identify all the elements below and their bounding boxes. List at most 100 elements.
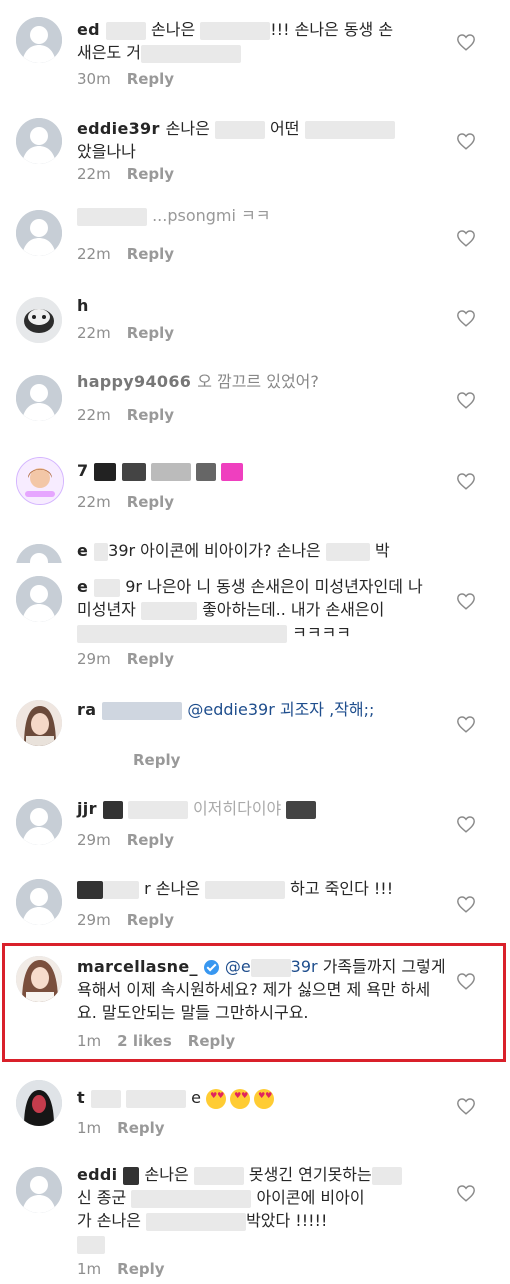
comment-item: happy94066 오 깜끄르 있었어? 22m Reply: [0, 360, 510, 445]
comment-text: h: [77, 294, 437, 317]
heart-outline-icon[interactable]: [456, 1097, 476, 1115]
reply-button[interactable]: Reply: [127, 324, 174, 342]
heart-outline-icon[interactable]: [456, 815, 476, 833]
redaction: [121, 462, 146, 481]
user-avatar[interactable]: [16, 297, 62, 343]
comment-item: e 9r 나은아 니 동생 손새은이 미성년자인데 나 미성년자 좋아하는데..…: [0, 565, 510, 682]
comment-username[interactable]: e: [77, 541, 88, 560]
redaction: [371, 1166, 402, 1185]
heart-outline-icon[interactable]: [456, 472, 476, 490]
default-avatar-icon[interactable]: [16, 17, 62, 63]
redaction: [94, 462, 117, 481]
heart-eyes-emoji-icon: [230, 1088, 251, 1109]
comment-item: 7 22m Reply: [0, 445, 510, 537]
comment-meta: 22m Reply: [77, 323, 190, 343]
reply-button[interactable]: Reply: [127, 406, 174, 424]
heart-outline-icon[interactable]: [456, 33, 476, 51]
comment-username[interactable]: jjr: [77, 799, 97, 818]
comment-item: eddie39r 손나은 어떤 았을나나 22m Reply: [0, 100, 510, 190]
reply-button[interactable]: Reply: [127, 911, 174, 929]
redaction: [205, 880, 286, 899]
redaction: [94, 578, 121, 597]
user-avatar[interactable]: [16, 1080, 62, 1126]
comment-item: ed 손나은 !!! 손나은 동생 손 새은도 거 30m Reply: [0, 0, 510, 100]
reply-button[interactable]: Reply: [133, 751, 180, 769]
comment-text: eddie39r 손나은 어떤 았을나나: [77, 117, 437, 163]
default-avatar-icon[interactable]: [16, 118, 62, 164]
redaction: [304, 120, 395, 139]
comment-text: eddi 손나은 못생긴 연기못하는 신 종군 아이콘에 비아이 가 손나은 박…: [77, 1163, 437, 1255]
comment-item: eddi 손나은 못생긴 연기못하는 신 종군 아이콘에 비아이 가 손나은 박…: [0, 1152, 510, 1284]
redaction: [77, 207, 147, 226]
reply-button[interactable]: Reply: [127, 831, 174, 849]
redaction: [193, 1166, 244, 1185]
default-avatar-icon[interactable]: [16, 544, 62, 563]
redaction: [131, 1189, 252, 1208]
comment-time: 29m: [77, 911, 111, 929]
comment-username[interactable]: eddie39r: [77, 119, 160, 138]
heart-outline-icon[interactable]: [456, 391, 476, 409]
heart-outline-icon[interactable]: [456, 1184, 476, 1202]
default-avatar-icon[interactable]: [16, 210, 62, 256]
heart-eyes-emoji-icon: [206, 1088, 227, 1109]
heart-outline-icon[interactable]: [456, 592, 476, 610]
comment-username[interactable]: happy94066: [77, 372, 191, 391]
redaction: [127, 800, 188, 819]
heart-outline-icon[interactable]: [456, 309, 476, 327]
default-avatar-icon[interactable]: [16, 799, 62, 845]
comment-meta: 29m Reply: [77, 649, 190, 669]
comment-text: ra @eddie39r 괴조자 ,작해;;: [77, 700, 375, 720]
comment-username[interactable]: 7: [77, 461, 88, 480]
redaction: [140, 44, 241, 63]
comment-username[interactable]: ra: [77, 700, 96, 719]
comment-text: e 39r 아이콘에 비아이가? 손나은 박: [77, 541, 390, 561]
comment-item: h 22m Reply: [0, 275, 510, 360]
comment-item: ...psongmi ㅋㅋ 22m Reply: [0, 190, 510, 275]
redaction: [200, 21, 271, 40]
reply-button[interactable]: Reply: [127, 493, 174, 511]
comment-username[interactable]: ed: [77, 20, 100, 39]
heart-outline-icon[interactable]: [456, 715, 476, 733]
comment-meta: 22m Reply: [77, 405, 190, 425]
reply-button[interactable]: Reply: [127, 245, 174, 263]
comment-username[interactable]: e: [77, 577, 88, 596]
comment-text: r 손나은 하고 죽인다 !!!: [77, 877, 437, 900]
comment-text: ed 손나은 !!! 손나은 동생 손 새은도 거: [77, 20, 394, 63]
comment-username[interactable]: t: [77, 1088, 85, 1107]
redaction: [77, 1235, 105, 1254]
comment-username[interactable]: h: [77, 296, 89, 315]
comment-meta: 29m Reply: [77, 830, 190, 850]
reply-button[interactable]: Reply: [127, 650, 174, 668]
default-avatar-icon[interactable]: [16, 576, 62, 622]
comment-username[interactable]: eddi: [77, 1165, 117, 1184]
heart-outline-icon[interactable]: [456, 132, 476, 150]
redaction: [77, 624, 287, 643]
redaction: [195, 462, 216, 481]
user-avatar[interactable]: [16, 457, 64, 505]
default-avatar-icon[interactable]: [16, 375, 62, 421]
comment-time: 30m: [77, 70, 111, 88]
reply-button[interactable]: Reply: [117, 1260, 164, 1278]
comment-text: t e: [77, 1086, 437, 1109]
redaction: [103, 880, 139, 899]
comment-time: 1m: [77, 1260, 102, 1278]
redaction: [77, 880, 103, 899]
heart-outline-icon[interactable]: [456, 229, 476, 247]
comment-meta: 22m Reply: [77, 492, 190, 512]
comment-time: 1m: [77, 1119, 102, 1137]
heart-outline-icon[interactable]: [456, 895, 476, 913]
comment-meta: 1m Reply: [77, 1259, 181, 1279]
comment-text: jjr 이저히다이야: [77, 797, 437, 820]
reply-button[interactable]: Reply: [117, 1119, 164, 1137]
redaction: [325, 542, 370, 561]
reply-button[interactable]: Reply: [127, 70, 174, 88]
default-avatar-icon[interactable]: [16, 1167, 62, 1213]
redaction: [214, 120, 265, 139]
comment-time: 22m: [77, 165, 111, 183]
default-avatar-icon[interactable]: [16, 879, 62, 925]
comment-text: e 9r 나은아 니 동생 손새은이 미성년자인데 나 미성년자 좋아하는데..…: [77, 577, 423, 643]
reply-button[interactable]: Reply: [127, 165, 174, 183]
redaction: [123, 1166, 140, 1185]
comment-meta: 22m Reply: [77, 164, 190, 184]
user-avatar[interactable]: [16, 700, 62, 746]
